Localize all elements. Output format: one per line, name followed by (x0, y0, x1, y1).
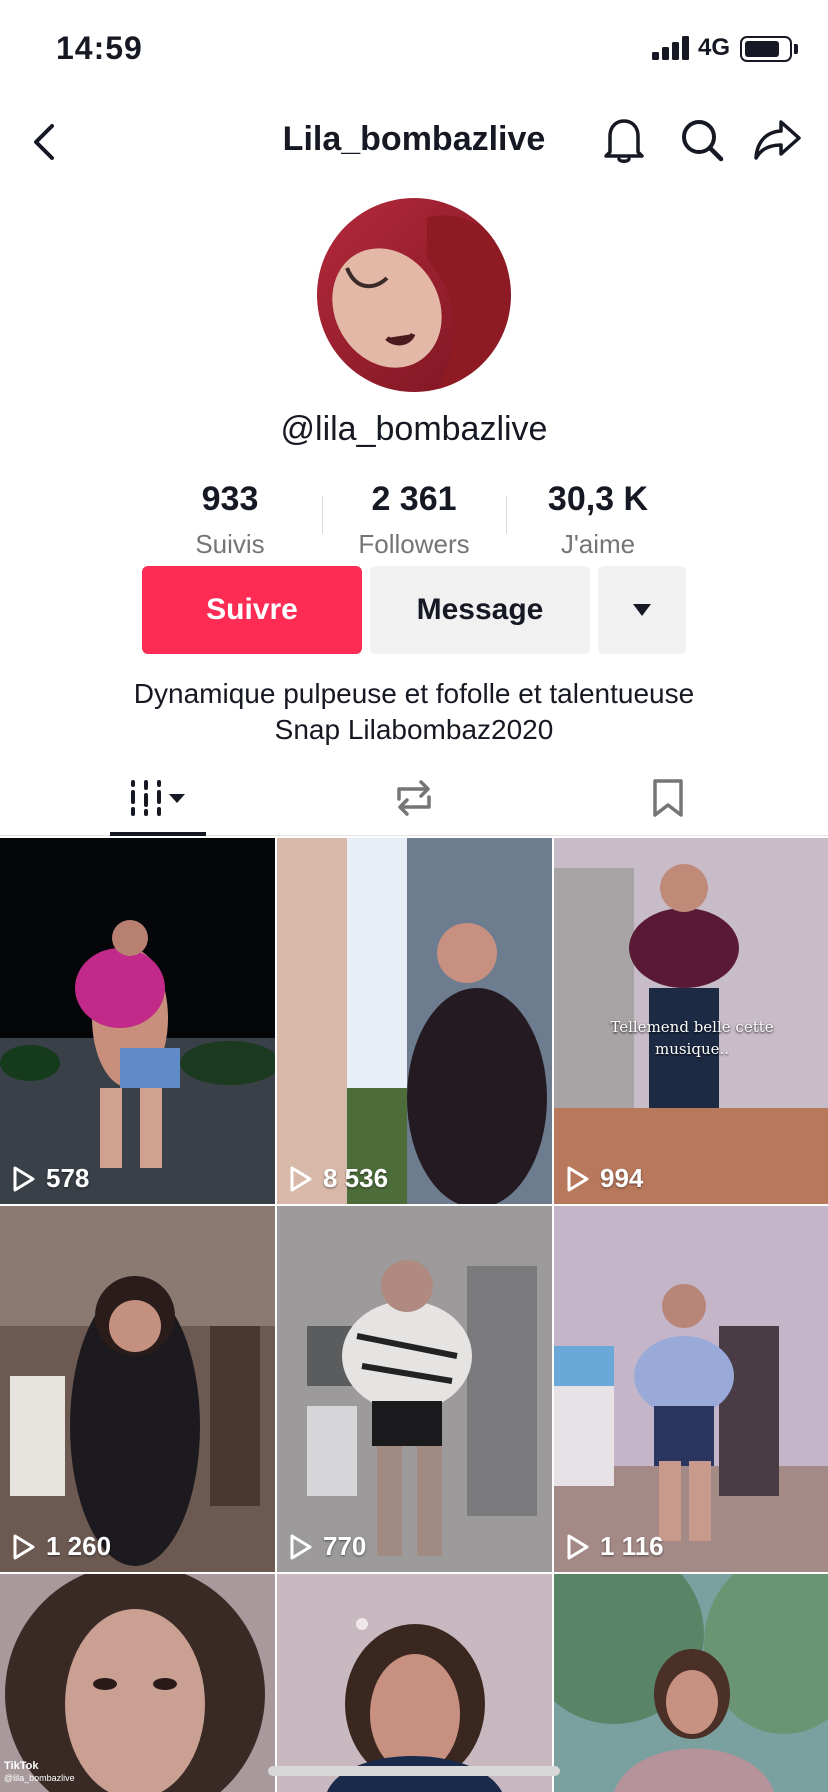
view-count-text: 1 260 (46, 1531, 112, 1561)
video-tile[interactable]: 770 (277, 1206, 552, 1572)
video-tile[interactable]: 1 116 (554, 1206, 828, 1572)
play-icon (567, 1534, 589, 1559)
view-count-text: 770 (323, 1531, 367, 1561)
video-grid: 578 8 536 Tellemend belle cette musique.… (0, 838, 828, 1792)
play-icon (13, 1534, 35, 1559)
play-icon (290, 1534, 312, 1559)
play-icon (13, 1166, 35, 1191)
more-options-button[interactable] (598, 566, 686, 654)
view-count: 770 (289, 1531, 366, 1562)
stat-likes-count: 30,3 K (547, 480, 649, 518)
home-indicator[interactable] (268, 1766, 560, 1776)
watermark-user: @lila_bombazlive (4, 1773, 75, 1783)
tiktok-watermark: TikTok @lila_bombazlive (4, 1760, 75, 1784)
message-button[interactable]: Message (370, 566, 590, 654)
profile-bio: Dynamique pulpeuse et fofolle et talentu… (0, 676, 828, 748)
bio-line: Dynamique pulpeuse et fofolle et talentu… (133, 678, 695, 709)
stat-likes[interactable]: 30,3 K J'aime (506, 470, 690, 560)
view-count: 578 (12, 1163, 89, 1194)
search-button[interactable] (674, 110, 730, 170)
video-tile[interactable]: Tellemend belle cette musique.. 994 (554, 838, 828, 1204)
video-tile[interactable]: 578 (0, 838, 275, 1204)
tab-reposts[interactable] (366, 760, 462, 836)
avatar[interactable] (317, 198, 511, 392)
stat-likes-label: J'aime (560, 529, 636, 559)
view-count: 1 260 (12, 1531, 111, 1562)
video-tile[interactable]: 8 536 (277, 838, 552, 1204)
video-tile[interactable]: 1 260 (0, 1206, 275, 1572)
tab-saved[interactable] (620, 760, 716, 836)
caret-down-icon (633, 604, 651, 616)
grid-columns-icon (131, 780, 185, 816)
battery-cap (794, 44, 798, 54)
stat-followers[interactable]: 2 361 Followers (322, 470, 506, 560)
video-thumbnail (277, 1206, 552, 1572)
video-thumbnail (277, 838, 552, 1204)
profile-stats: 933 Suivis 2 361 Followers 30,3 K J'aime (138, 470, 690, 560)
stat-followers-label: Followers (358, 529, 470, 559)
tab-active-indicator (110, 832, 206, 836)
share-arrow-icon (754, 120, 801, 160)
stat-following[interactable]: 933 Suivis (138, 470, 322, 560)
status-time: 14:59 (56, 30, 143, 66)
video-caption: Tellemend belle cette musique.. (610, 1018, 774, 1058)
view-count-text: 578 (46, 1163, 90, 1193)
notification-button[interactable] (596, 110, 652, 170)
profile-handle: @lila_bombazlive (280, 410, 548, 448)
play-icon (567, 1166, 589, 1191)
watermark-brand: TikTok (4, 1760, 39, 1772)
stat-following-count: 933 (201, 480, 259, 518)
view-count: 8 536 (289, 1163, 388, 1194)
share-button[interactable] (748, 110, 808, 170)
video-tile[interactable] (554, 1574, 828, 1792)
video-thumbnail (554, 1574, 828, 1792)
profile-header: Lila_bombazlive (0, 100, 828, 184)
avatar-photo (317, 198, 511, 392)
signal-icon (652, 36, 689, 60)
battery-icon (740, 36, 792, 62)
video-tile[interactable]: TikTok @lila_bombazlive (0, 1574, 275, 1792)
bell-icon (604, 119, 644, 163)
status-bar: 14:59 4G (0, 0, 828, 100)
view-count-text: 1 116 (600, 1531, 664, 1561)
bookmark-icon (653, 779, 683, 817)
view-count: 1 116 (566, 1531, 664, 1562)
search-icon (682, 120, 724, 162)
video-thumbnail (277, 1574, 552, 1792)
view-count-text: 8 536 (323, 1163, 389, 1193)
video-thumbnail (0, 838, 275, 1204)
video-tile[interactable] (277, 1574, 552, 1792)
tab-videos[interactable] (110, 760, 206, 836)
view-count: 994 (566, 1163, 643, 1194)
repost-icon (397, 780, 431, 816)
network-type: 4G (698, 34, 731, 61)
video-thumbnail (0, 1206, 275, 1572)
content-tabs (0, 760, 828, 836)
video-thumbnail (554, 1206, 828, 1572)
follow-button[interactable]: Suivre (142, 566, 362, 654)
view-count-text: 994 (600, 1163, 644, 1193)
stat-following-label: Suivis (195, 529, 265, 559)
bio-line: Snap Lilabombaz2020 (274, 714, 554, 745)
play-icon (290, 1166, 312, 1191)
stat-followers-count: 2 361 (371, 480, 457, 518)
